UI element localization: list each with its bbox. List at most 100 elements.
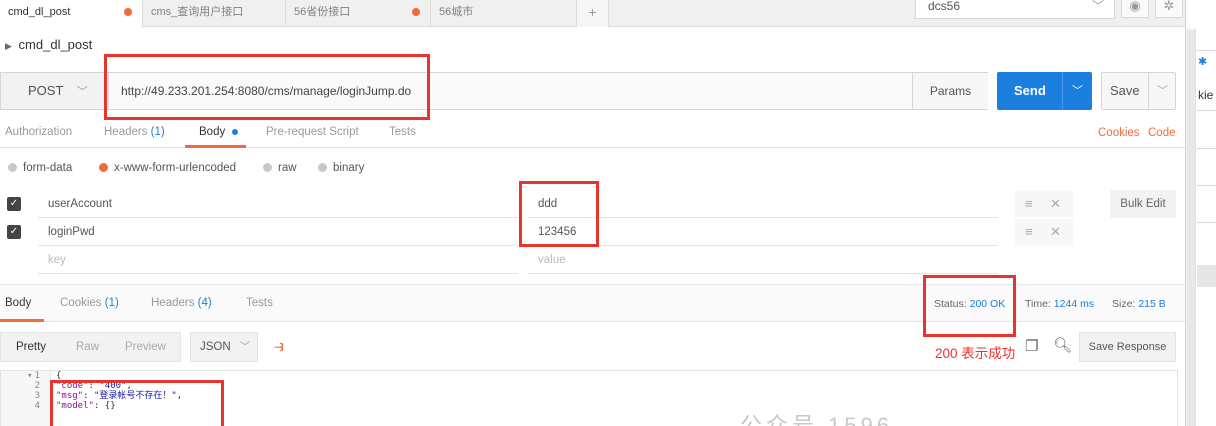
new-tab-button[interactable]: + xyxy=(577,0,609,27)
search-icon[interactable]: 🔍︎ xyxy=(1053,336,1072,354)
unsaved-dot-icon xyxy=(124,8,132,16)
chevron-down-icon: ﹀ xyxy=(239,342,250,353)
scrollbar[interactable] xyxy=(1186,28,1196,426)
response-tab-tests[interactable]: Tests xyxy=(246,297,273,309)
cookies-count: (1) xyxy=(104,297,119,309)
response-tab-headers[interactable]: Headers (4) xyxy=(151,297,212,309)
row-actions: ≡ ✕ xyxy=(1015,219,1073,245)
caret-right-icon: ▶ xyxy=(5,41,12,51)
view-preview[interactable]: Preview xyxy=(125,333,166,361)
tab-body[interactable]: Body xyxy=(185,120,246,148)
view-raw[interactable]: Raw xyxy=(76,333,99,361)
tab-headers[interactable]: Headers (1) xyxy=(104,120,165,148)
form-key[interactable]: loginPwd xyxy=(48,218,95,246)
unsaved-dot-icon xyxy=(412,8,420,16)
bulk-edit-button[interactable]: Bulk Edit xyxy=(1110,190,1176,218)
time-readout: Time: 1244 ms xyxy=(1025,298,1095,310)
view-mode-group: Pretty Raw Preview xyxy=(0,332,181,362)
tab-cmd-dl-post[interactable]: cmd_dl_post xyxy=(0,0,143,28)
headers-count: (4) xyxy=(197,297,212,309)
headers-count: (1) xyxy=(150,126,165,138)
radio-raw[interactable]: raw xyxy=(263,158,297,178)
active-tab-indicator xyxy=(0,319,44,322)
line-gutter: ▾ 1 2 3 4 xyxy=(1,371,51,426)
radio-label: x-www-form-urlencoded xyxy=(114,162,237,174)
radio-binary[interactable]: binary xyxy=(318,158,364,178)
size-value: 215 B xyxy=(1138,298,1166,310)
tab-56-city[interactable]: 56城市 xyxy=(431,0,577,27)
radio-label: form-data xyxy=(23,162,73,174)
code-link[interactable]: Code xyxy=(1148,120,1176,146)
watermark: 公众号 1596... xyxy=(740,413,924,426)
send-button[interactable]: Send ﹀ xyxy=(997,72,1092,110)
radio-icon xyxy=(318,163,327,172)
tab-56-province[interactable]: 56省份接口 xyxy=(286,0,431,27)
chevron-down-icon: ﹀ xyxy=(1091,0,1104,13)
chevron-down-icon: ﹀ xyxy=(76,86,88,98)
menu-icon[interactable]: ≡ xyxy=(1025,191,1033,217)
method-value: POST xyxy=(28,83,64,98)
request-name: cmd_dl_post xyxy=(18,37,93,52)
radio-form-data[interactable]: form-data xyxy=(8,158,72,178)
send-label: Send xyxy=(1014,83,1046,98)
tab-label: 56城市 xyxy=(439,6,474,18)
tab-tests[interactable]: Tests xyxy=(389,120,416,148)
key-input[interactable]: key xyxy=(48,246,66,274)
close-icon[interactable]: ✕ xyxy=(1050,191,1061,217)
tab-label: cmd_dl_post xyxy=(8,6,71,18)
tab-label: 56省份接口 xyxy=(294,6,351,18)
checkbox-checked-icon[interactable]: ✓ xyxy=(7,225,21,239)
eye-icon[interactable]: ◉ xyxy=(1121,0,1149,18)
highlight-values xyxy=(519,181,599,247)
value-input[interactable]: value xyxy=(538,246,566,274)
chevron-down-icon[interactable]: ﹀ xyxy=(1062,72,1092,110)
radio-icon xyxy=(263,163,272,172)
response-tab-body[interactable]: Body xyxy=(5,297,31,309)
save-label: Save xyxy=(1110,83,1140,98)
form-row: ✓ loginPwd 123456 xyxy=(0,218,1000,246)
tab-cms-query-user[interactable]: cms_查询用户接口 xyxy=(143,0,286,27)
form-key[interactable]: userAccount xyxy=(48,190,112,218)
save-button[interactable]: Save ﹀ xyxy=(1101,72,1176,110)
tab-label: cms_查询用户接口 xyxy=(151,6,244,18)
side-panel-block xyxy=(1197,265,1216,287)
menu-icon[interactable]: ≡ xyxy=(1025,219,1033,245)
format-select[interactable]: JSON ﹀ xyxy=(190,332,258,362)
view-pretty[interactable]: Pretty xyxy=(16,333,46,361)
radio-label: raw xyxy=(278,162,297,174)
row-actions: ≡ ✕ xyxy=(1015,191,1073,217)
save-response-button[interactable]: Save Response xyxy=(1079,332,1176,362)
request-title[interactable]: ▶ cmd_dl_post xyxy=(5,37,92,52)
radio-icon xyxy=(8,163,17,172)
body-dot-icon xyxy=(232,128,239,135)
tab-body-label: Body xyxy=(199,126,226,138)
response-tab-cookies[interactable]: Cookies (1) xyxy=(60,297,119,309)
time-value: 1244 ms xyxy=(1053,298,1095,310)
form-row-empty: key value xyxy=(0,246,1000,274)
format-value: JSON xyxy=(200,341,231,353)
request-tabs: Authorization Headers (1) Body Pre-reque… xyxy=(0,120,1185,148)
tab-authorization[interactable]: Authorization xyxy=(5,120,72,148)
chevron-down-icon[interactable]: ﹀ xyxy=(1148,73,1176,109)
radio-label: binary xyxy=(333,162,365,174)
tab-pre-request-script[interactable]: Pre-request Script xyxy=(266,120,359,148)
pin-icon[interactable]: ✱ xyxy=(1198,55,1207,68)
form-row: ✓ userAccount ddd xyxy=(0,190,1000,218)
wrap-lines-icon[interactable]: ⥽ xyxy=(268,336,290,358)
highlight-url xyxy=(104,54,430,120)
gear-icon[interactable]: ✲ xyxy=(1155,0,1183,18)
environment-select[interactable]: dcs56 ﹀ xyxy=(915,0,1115,19)
method-select[interactable]: POST ﹀ xyxy=(1,73,109,109)
copy-icon[interactable]: ❐ xyxy=(1025,337,1038,355)
radio-selected-icon xyxy=(99,163,108,172)
tab-label: Cookies xyxy=(60,297,102,309)
params-button[interactable]: Params xyxy=(912,73,988,109)
environment-value: dcs56 xyxy=(928,0,961,13)
radio-x-www-form-urlencoded[interactable]: x-www-form-urlencoded xyxy=(99,158,236,178)
tab-headers-label: Headers xyxy=(104,126,148,138)
close-icon[interactable]: ✕ xyxy=(1050,219,1061,245)
cookies-link[interactable]: Cookies xyxy=(1098,120,1140,146)
tab-label: Headers xyxy=(151,297,195,309)
checkbox-checked-icon[interactable]: ✓ xyxy=(7,197,21,211)
highlight-status xyxy=(923,275,1016,337)
